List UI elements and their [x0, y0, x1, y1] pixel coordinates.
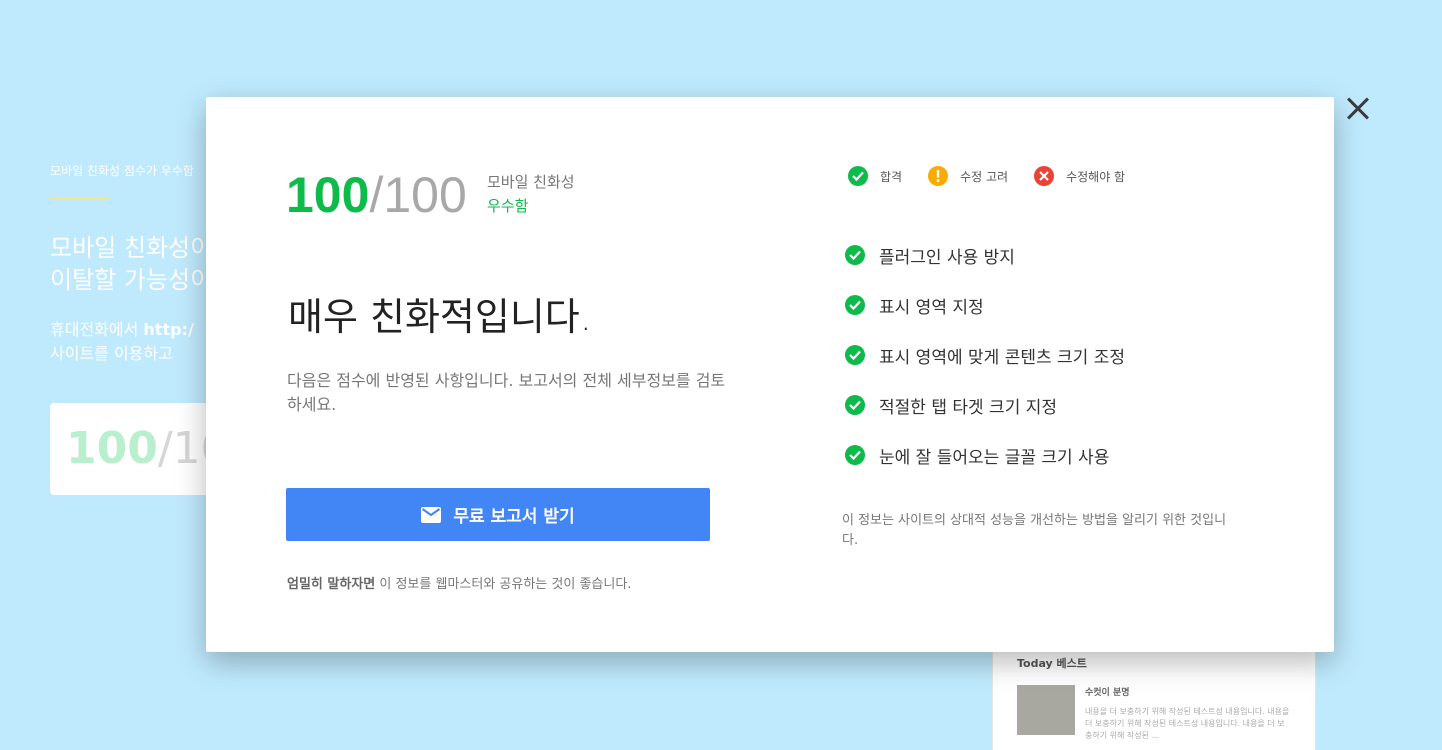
check-circle-icon [845, 245, 865, 265]
check-item: 표시 영역 지정 [845, 280, 1125, 330]
legend-pass: 합격 [848, 166, 902, 186]
bg-heading-line2: 이탈할 가능성이 [50, 266, 213, 294]
bg-card-score-value: 100 [66, 423, 158, 474]
bg-heading-line1: 모바일 친화성이 [50, 234, 213, 262]
check-item-label: 눈에 잘 들어오는 글꼴 크기 사용 [879, 447, 1110, 468]
check-item-label: 표시 영역 지정 [879, 297, 984, 318]
check-circle-icon [845, 295, 865, 315]
bg-heading: 모바일 친화성이 이탈할 가능성이 [50, 232, 212, 296]
bg-small-text: 모바일 친화성 점수가 우수함 [50, 164, 194, 178]
legend-warn: 수정 고려 [928, 166, 1008, 186]
bg-phone-preview: Today 베스트 수컷이 분명 내용을 더 보충하기 위해 작성된 테스트성 … [992, 640, 1316, 750]
bg-body-prefix: 휴대전화에서 [50, 320, 144, 339]
check-circle-icon [845, 345, 865, 365]
score-display: 100/100 [286, 167, 467, 223]
get-report-button-label: 무료 보고서 받기 [453, 507, 575, 527]
footnote-bold: 엄밀히 말하자면 [287, 577, 376, 592]
legend-warn-label: 수정 고려 [960, 169, 1009, 184]
error-circle-icon [1034, 166, 1055, 186]
legend-fail-label: 수정해야 함 [1066, 169, 1126, 184]
score-label: 모바일 친화성 [487, 173, 575, 191]
score-total: 100 [383, 167, 467, 223]
info-note: 이 정보는 사이트의 상대적 성능을 개선하는 방법을 알리기 위한 것입니다. [842, 513, 1227, 548]
footnote-text: 이 정보를 웹마스터와 공유하는 것이 좋습니다. [375, 577, 632, 592]
score-separator: / [369, 167, 384, 223]
result-description: 다음은 점수에 반영된 사항입니다. 보고서의 전체 세부정보를 검토하세요. [287, 371, 726, 414]
bg-body-line2: 사이트를 이용하고 [50, 344, 173, 363]
check-item: 플러그인 사용 방지 [845, 230, 1125, 280]
score-value: 100 [286, 167, 370, 223]
results-modal: 100/100 모바일 친화성 우수함 매우 친화적입니다. 다음은 점수에 반… [206, 97, 1334, 652]
close-icon[interactable] [1340, 91, 1376, 127]
check-item-label: 적절한 탭 타겟 크기 지정 [879, 397, 1058, 418]
check-item: 눈에 잘 들어오는 글꼴 크기 사용 [845, 430, 1125, 480]
bg-phone-item-title: 수컷이 분명 [1085, 688, 1130, 698]
check-circle-icon [845, 445, 865, 465]
check-list: 플러그인 사용 방지 표시 영역 지정 표시 영역에 맞게 콘텐츠 크기 조정 … [845, 230, 1125, 480]
check-item: 표시 영역에 맞게 콘텐츠 크기 조정 [845, 330, 1125, 380]
get-report-button[interactable]: 무료 보고서 받기 [286, 488, 710, 541]
legend-pass-label: 합격 [880, 169, 903, 184]
footnote: 엄밀히 말하자면 이 정보를 웹마스터와 공유하는 것이 좋습니다. [287, 573, 631, 592]
bg-divider [50, 197, 110, 199]
mail-icon [421, 506, 442, 523]
check-item-label: 표시 영역에 맞게 콘텐츠 크기 조정 [879, 347, 1125, 368]
score-status: 우수함 [487, 197, 529, 215]
bg-body-link[interactable]: http:/ [143, 320, 193, 339]
result-headline: 매우 친화적입니다. [288, 295, 592, 339]
check-circle-icon [845, 395, 865, 415]
check-item-label: 플러그인 사용 방지 [879, 247, 1015, 268]
status-legend: 합격 수정 고려 수정해야 함 [848, 166, 1151, 186]
bg-phone-thumbnail [1017, 685, 1075, 735]
legend-fail: 수정해야 함 [1034, 166, 1125, 186]
check-item: 적절한 탭 타겟 크기 지정 [845, 380, 1125, 430]
check-circle-icon [848, 166, 868, 186]
warning-circle-icon [928, 166, 949, 186]
bg-phone-item-desc: 내용을 더 보충하기 위해 작성된 테스트성 내용입니다. 내용을 더 보충하기… [1085, 707, 1290, 740]
bg-body-text: 휴대전화에서 http:/ 사이트를 이용하고 [50, 318, 194, 366]
bg-phone-title: Today 베스트 [1017, 657, 1087, 670]
